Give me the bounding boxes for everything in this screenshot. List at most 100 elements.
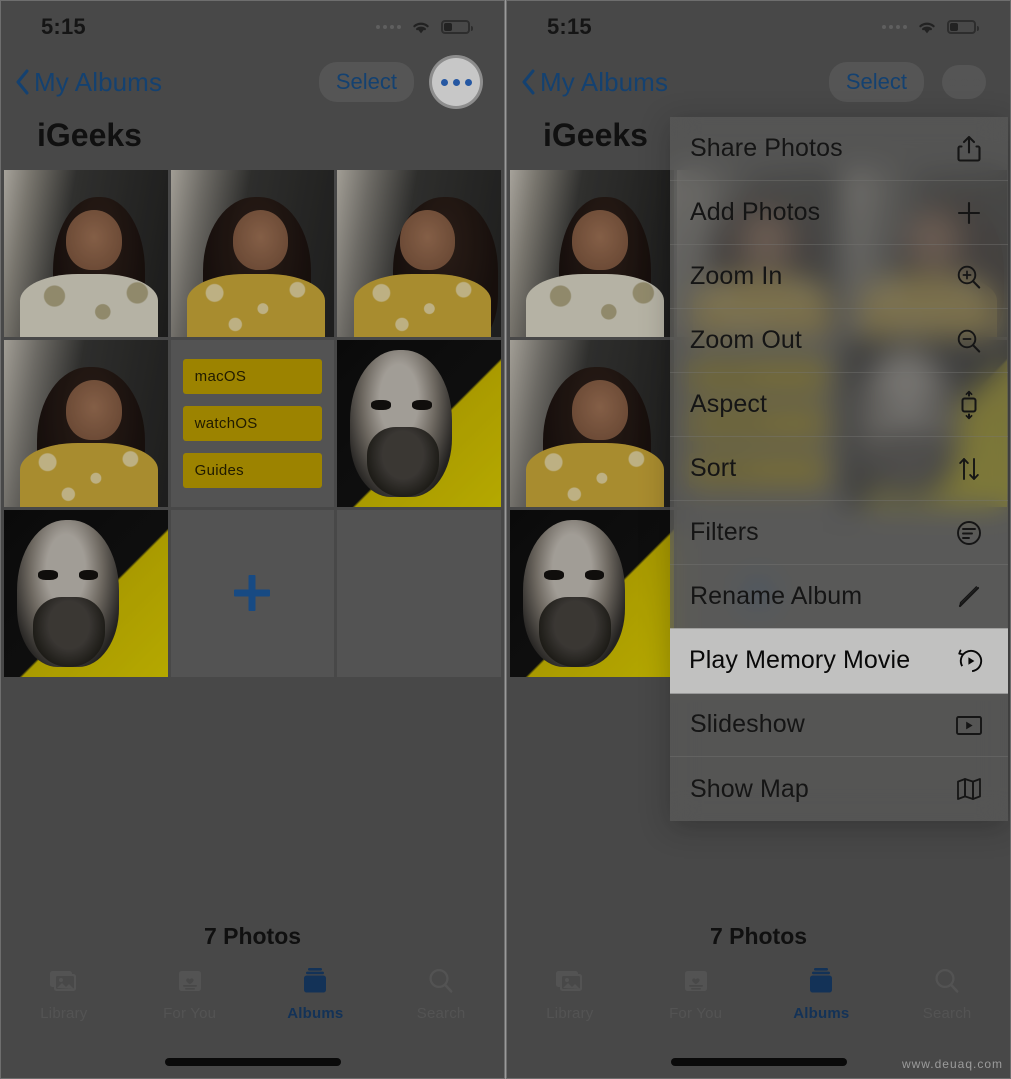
more-options-button[interactable] xyxy=(942,65,986,99)
tab-search[interactable]: Search xyxy=(884,964,1010,1022)
back-label: My Albums xyxy=(540,66,669,97)
nav-bar-left: My Albums Select xyxy=(1,53,504,111)
menu-item-zoom-in[interactable]: Zoom In xyxy=(670,245,1008,309)
wifi-icon xyxy=(916,19,938,35)
grid-empty-cell xyxy=(337,509,501,677)
tab-albums[interactable]: Albums xyxy=(759,964,885,1022)
photo-thumb[interactable] xyxy=(4,339,168,507)
tab-label: Albums xyxy=(793,1005,850,1022)
tab-library[interactable]: Library xyxy=(507,964,633,1022)
zoom-out-icon xyxy=(952,324,986,358)
menu-item-label: Sort xyxy=(690,454,737,482)
sort-arrows-icon xyxy=(952,452,986,486)
albums-stack-icon xyxy=(300,964,330,998)
tab-label: Library xyxy=(546,1005,594,1022)
photo-grid-left: macOS watchOS Guides xyxy=(1,170,504,677)
menu-item-label: Share Photos xyxy=(690,134,843,162)
photo-count-label: 7 Photos xyxy=(709,923,808,949)
photo-thumb[interactable] xyxy=(337,170,501,337)
status-indicators xyxy=(376,19,473,35)
back-button[interactable]: My Albums xyxy=(15,67,162,98)
menu-item-label: Show Map xyxy=(690,774,809,803)
home-indicator xyxy=(670,1058,847,1066)
menu-item-label: Play Memory Movie xyxy=(689,646,911,674)
back-button[interactable]: My Albums xyxy=(521,67,668,98)
photo-stack-icon xyxy=(554,964,586,998)
photo-thumb[interactable] xyxy=(510,170,674,337)
menu-item-rename-album[interactable]: Rename Album xyxy=(670,565,1008,629)
menu-item-sort[interactable]: Sort xyxy=(670,437,1008,501)
os-chips-thumb[interactable]: macOS watchOS Guides xyxy=(170,339,335,507)
menu-item-aspect[interactable]: Aspect xyxy=(670,373,1008,437)
context-menu: Share Photos Add Photos Zoom In Zoom Out xyxy=(670,117,1008,821)
menu-item-play-memory-movie[interactable]: Play Memory Movie xyxy=(670,629,1008,693)
status-clock: 5:15 xyxy=(547,14,592,39)
cellular-dots-icon xyxy=(882,25,907,29)
battery-icon xyxy=(947,20,979,34)
menu-item-zoom-out[interactable]: Zoom Out xyxy=(670,309,1008,373)
menu-item-slideshow[interactable]: Slideshow xyxy=(670,693,1008,757)
ellipsis-icon xyxy=(440,78,472,86)
photo-thumb[interactable] xyxy=(510,509,674,677)
menu-item-label: Rename Album xyxy=(690,582,863,610)
menu-item-label: Slideshow xyxy=(690,710,805,738)
zoom-in-icon xyxy=(952,260,986,294)
plus-icon xyxy=(952,196,986,230)
filters-icon xyxy=(952,516,986,550)
nav-bar-right: My Albums Select xyxy=(507,53,1010,111)
plus-icon xyxy=(228,569,276,617)
photo-thumb[interactable] xyxy=(4,509,168,677)
screenshot-stage: 5:15 My Albums Select iGeeks macOS watch… xyxy=(0,0,1011,1079)
back-label: My Albums xyxy=(34,66,163,97)
menu-item-label: Add Photos xyxy=(690,198,821,226)
more-options-button[interactable] xyxy=(432,58,480,106)
albums-stack-icon xyxy=(806,964,836,998)
photo-thumb[interactable] xyxy=(510,339,674,507)
photo-thumb[interactable] xyxy=(337,339,501,507)
menu-item-add-photos[interactable]: Add Photos xyxy=(670,181,1008,245)
tab-label: For You xyxy=(163,1005,217,1022)
phone-panel-left: 5:15 My Albums Select iGeeks macOS watch… xyxy=(0,0,505,1079)
magnifier-icon xyxy=(933,964,961,998)
select-button[interactable]: Select xyxy=(828,62,924,102)
phone-panel-right: 5:15 My Albums Select iGeeks 7 Photos Li… xyxy=(506,0,1011,1079)
aspect-icon xyxy=(952,388,986,422)
home-indicator xyxy=(164,1058,341,1066)
magnifier-icon xyxy=(427,964,455,998)
photo-thumb[interactable] xyxy=(4,170,168,337)
cellular-dots-icon xyxy=(376,25,401,29)
chip-guides: Guides xyxy=(182,452,323,488)
tab-for-you[interactable]: For You xyxy=(127,964,253,1022)
tab-search[interactable]: Search xyxy=(378,964,504,1022)
memory-movie-icon xyxy=(953,644,987,678)
tab-bar-left: Library For You Albums Search xyxy=(1,956,504,1048)
tab-albums[interactable]: Albums xyxy=(253,964,379,1022)
wifi-icon xyxy=(410,19,432,35)
share-icon xyxy=(952,132,986,166)
menu-item-filters[interactable]: Filters xyxy=(670,501,1008,565)
photo-stack-icon xyxy=(48,964,80,998)
tab-label: Search xyxy=(416,1005,466,1022)
chevron-left-icon xyxy=(521,69,536,95)
select-button[interactable]: Select xyxy=(318,62,414,102)
menu-item-label: Aspect xyxy=(690,390,768,418)
status-clock: 5:15 xyxy=(41,14,86,39)
ellipsis-icon xyxy=(948,78,980,86)
battery-icon xyxy=(441,20,473,34)
status-bar-left: 5:15 xyxy=(1,1,504,53)
slideshow-icon xyxy=(952,708,986,742)
tab-bar-right: Library For You Albums Search xyxy=(507,956,1010,1048)
for-you-card-icon xyxy=(682,964,710,998)
menu-item-share-photos[interactable]: Share Photos xyxy=(670,117,1008,181)
menu-item-label: Zoom In xyxy=(690,262,783,290)
photo-thumb[interactable] xyxy=(170,170,335,337)
menu-item-show-map[interactable]: Show Map xyxy=(670,757,1008,821)
photo-count-label: 7 Photos xyxy=(203,923,302,949)
tab-library[interactable]: Library xyxy=(1,964,127,1022)
menu-item-label: Zoom Out xyxy=(690,326,802,354)
add-photo-button[interactable] xyxy=(170,509,335,677)
for-you-card-icon xyxy=(176,964,204,998)
tab-label: Search xyxy=(922,1005,972,1022)
status-indicators xyxy=(882,19,979,35)
tab-for-you[interactable]: For You xyxy=(633,964,759,1022)
